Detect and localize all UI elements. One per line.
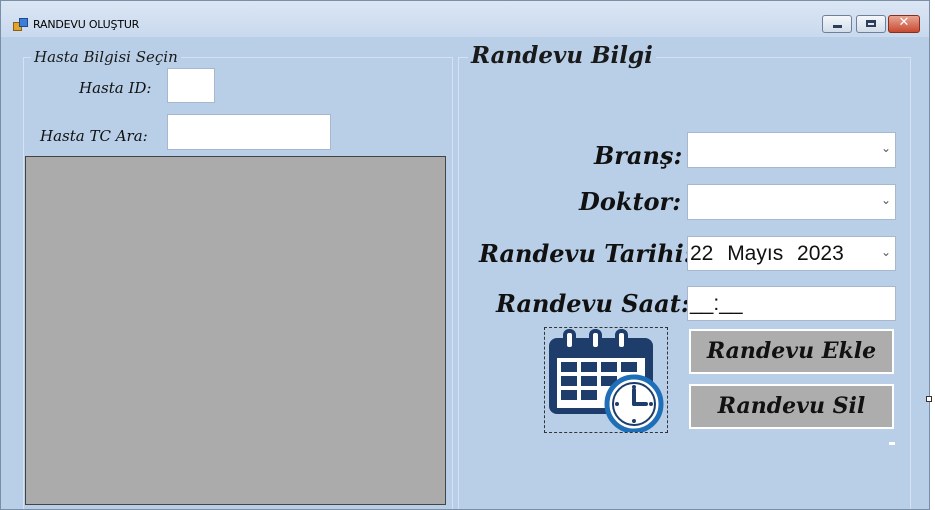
time-value: __:__: [690, 292, 743, 315]
randevu-saat-label: Randevu Saat:: [496, 289, 690, 318]
appointment-window: RANDEVU OLUŞTUR ✕ Hasta Bilgisi Seçin Ha…: [0, 0, 930, 510]
minimize-icon: [833, 25, 842, 28]
dropdown-chevron-icon: ⌄: [880, 141, 891, 155]
small-hidden-control: [889, 442, 895, 445]
time-masked-input[interactable]: __:__: [687, 286, 896, 321]
patient-data-grid[interactable]: [25, 156, 446, 505]
calendar-clock-icon: [549, 329, 664, 432]
randevu-ekle-button[interactable]: Randevu Ekle: [689, 329, 894, 374]
close-button[interactable]: ✕: [888, 15, 920, 33]
randevu-tarihi-label: Randevu Tarihi:: [479, 239, 693, 268]
brans-label: Branş:: [594, 141, 683, 170]
doktor-label: Doktor:: [579, 187, 682, 216]
resize-handle[interactable]: [926, 396, 932, 402]
patient-group-legend: Hasta Bilgisi Seçin: [31, 48, 181, 66]
date-value: 22 Mayıs 2023: [690, 242, 844, 265]
title-bar: RANDEVU OLUŞTUR ✕: [1, 1, 929, 37]
maximize-button[interactable]: [856, 15, 886, 33]
brans-select[interactable]: ⌄: [687, 132, 896, 168]
minimize-button[interactable]: [822, 15, 852, 33]
close-icon: ✕: [898, 15, 910, 30]
window-title: RANDEVU OLUŞTUR: [33, 18, 140, 31]
application-icon: [13, 18, 28, 31]
doktor-select[interactable]: ⌄: [687, 184, 896, 220]
hasta-tc-label: Hasta TC Ara:: [40, 127, 148, 145]
dropdown-chevron-icon: ⌄: [880, 245, 891, 259]
hasta-id-field[interactable]: [167, 68, 215, 103]
calendar-picture: [544, 327, 668, 433]
hasta-id-label: Hasta ID:: [79, 79, 152, 97]
randevu-sil-button[interactable]: Randevu Sil: [689, 384, 894, 429]
dropdown-chevron-icon: ⌄: [880, 193, 891, 207]
appointment-group-legend: Randevu Bilgi: [468, 42, 656, 69]
appointment-info-group: [458, 57, 911, 509]
date-picker[interactable]: 22 Mayıs 2023 ⌄: [687, 236, 896, 271]
maximize-icon: [866, 20, 876, 27]
hasta-tc-search-input[interactable]: [167, 114, 331, 150]
